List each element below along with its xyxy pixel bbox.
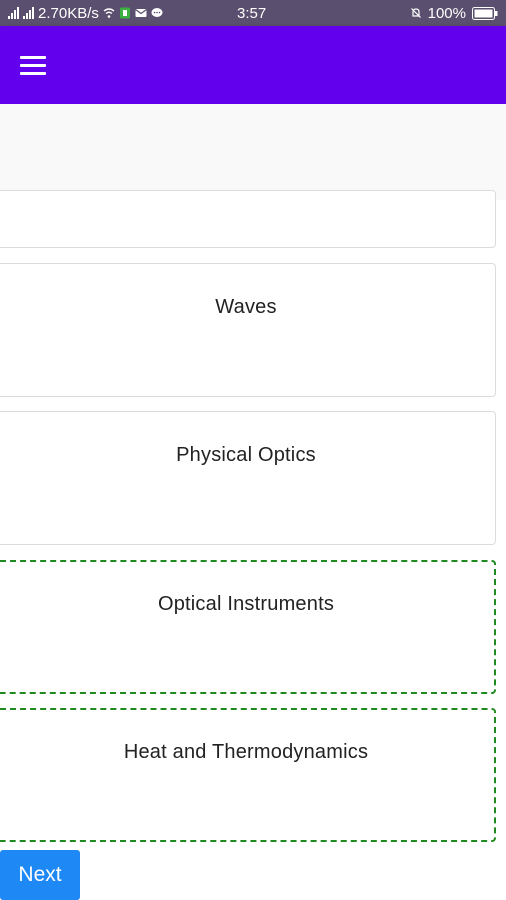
battery-saver-icon [119, 7, 130, 19]
topic-card-optical-instruments[interactable]: Optical Instruments [0, 560, 496, 694]
hamburger-menu-icon [20, 55, 46, 59]
status-time: 3:57 [237, 4, 267, 22]
menu-button[interactable] [20, 50, 58, 80]
battery-percent: 100% [427, 4, 466, 22]
topic-card-title: Optical Instruments [157, 593, 335, 615]
network-speed: 2.70KB/s [38, 4, 99, 22]
app-bar [0, 26, 506, 104]
signal-icon-2 [23, 7, 34, 19]
topic-card-waves[interactable]: Waves [0, 263, 496, 397]
hamburger-menu-icon-line [20, 71, 46, 75]
hamburger-menu-icon-line [20, 63, 46, 67]
status-bar: 2.70KB/s 3:57 100% [0, 0, 506, 26]
wifi-icon [103, 8, 115, 18]
alarm-off-icon [410, 8, 421, 18]
header-band [0, 104, 506, 200]
next-button[interactable]: Next [0, 850, 80, 900]
chat-icon [151, 8, 163, 17]
status-left: 2.70KB/s [8, 0, 163, 26]
topic-card-title: Waves [215, 296, 277, 318]
topic-card-heat-thermodynamics[interactable]: Heat and Thermodynamics [0, 708, 496, 842]
mail-icon [135, 9, 147, 17]
battery-icon [472, 6, 498, 20]
signal-icon [8, 7, 19, 19]
topic-card-physical-optics[interactable]: Physical Optics [0, 411, 496, 545]
topic-card-partial[interactable] [0, 190, 496, 248]
status-right: 100% [410, 0, 498, 26]
topic-card-title: Heat and Thermodynamics [123, 741, 369, 763]
topic-card-title: Physical Optics [176, 444, 316, 466]
